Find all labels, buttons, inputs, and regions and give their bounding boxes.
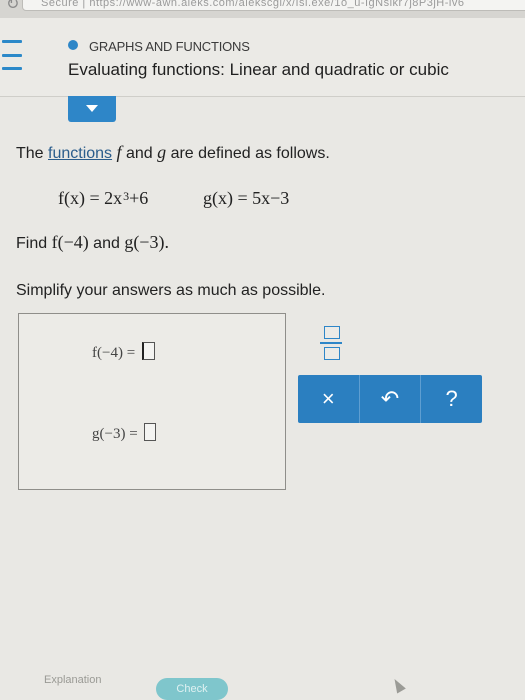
f-answer-label: f(−4) = — [92, 345, 136, 361]
clear-button[interactable]: × — [298, 375, 360, 423]
g-answer-label: g(−3) = — [92, 426, 138, 442]
check-button[interactable]: Check — [156, 678, 228, 700]
explanation-button[interactable]: Explanation — [44, 674, 102, 686]
g-definition: g(x) = 5x−3 — [203, 188, 290, 208]
g-answer-row: g(−3) = — [92, 423, 157, 443]
chevron-down-icon — [86, 105, 98, 112]
simplify-instruction: Simplify your answers as much as possibl… — [16, 282, 326, 299]
problem-statement: The functions f and g are defined as fol… — [16, 142, 330, 162]
breadcrumb: GRAPHS AND FUNCTIONS — [89, 39, 250, 54]
f-definition: f(x) = 2x3+6 — [58, 188, 149, 208]
fraction-icon[interactable] — [318, 325, 346, 365]
g-answer-input[interactable] — [144, 423, 157, 441]
answer-box — [18, 313, 286, 490]
find-instruction: Find f(−4) and g(−3). — [16, 232, 169, 252]
header: GRAPHS AND FUNCTIONS Evaluating function… — [0, 18, 525, 97]
keypad: × ↶ ? — [298, 375, 482, 423]
topic-status-dot-icon — [68, 40, 78, 50]
undo-button[interactable]: ↶ — [360, 375, 422, 423]
help-button[interactable]: ? — [421, 375, 482, 423]
page-title: Evaluating functions: Linear and quadrat… — [68, 60, 449, 79]
mouse-cursor-icon — [390, 676, 406, 694]
url-field[interactable]: Secure | https://www-awn.aleks.com/aleks… — [22, 0, 525, 11]
browser-url-bar[interactable]: ↻ Secure | https://www-awn.aleks.com/ale… — [0, 0, 525, 19]
collapse-toggle-button[interactable] — [68, 96, 116, 122]
reload-icon[interactable]: ↻ — [6, 0, 19, 14]
f-answer-input[interactable] — [141, 342, 155, 360]
url-text: Secure | https://www-awn.aleks.com/aleks… — [41, 0, 465, 9]
functions-link[interactable]: functions — [48, 145, 112, 162]
hamburger-icon[interactable] — [0, 40, 24, 70]
f-answer-row: f(−4) = — [92, 342, 155, 362]
